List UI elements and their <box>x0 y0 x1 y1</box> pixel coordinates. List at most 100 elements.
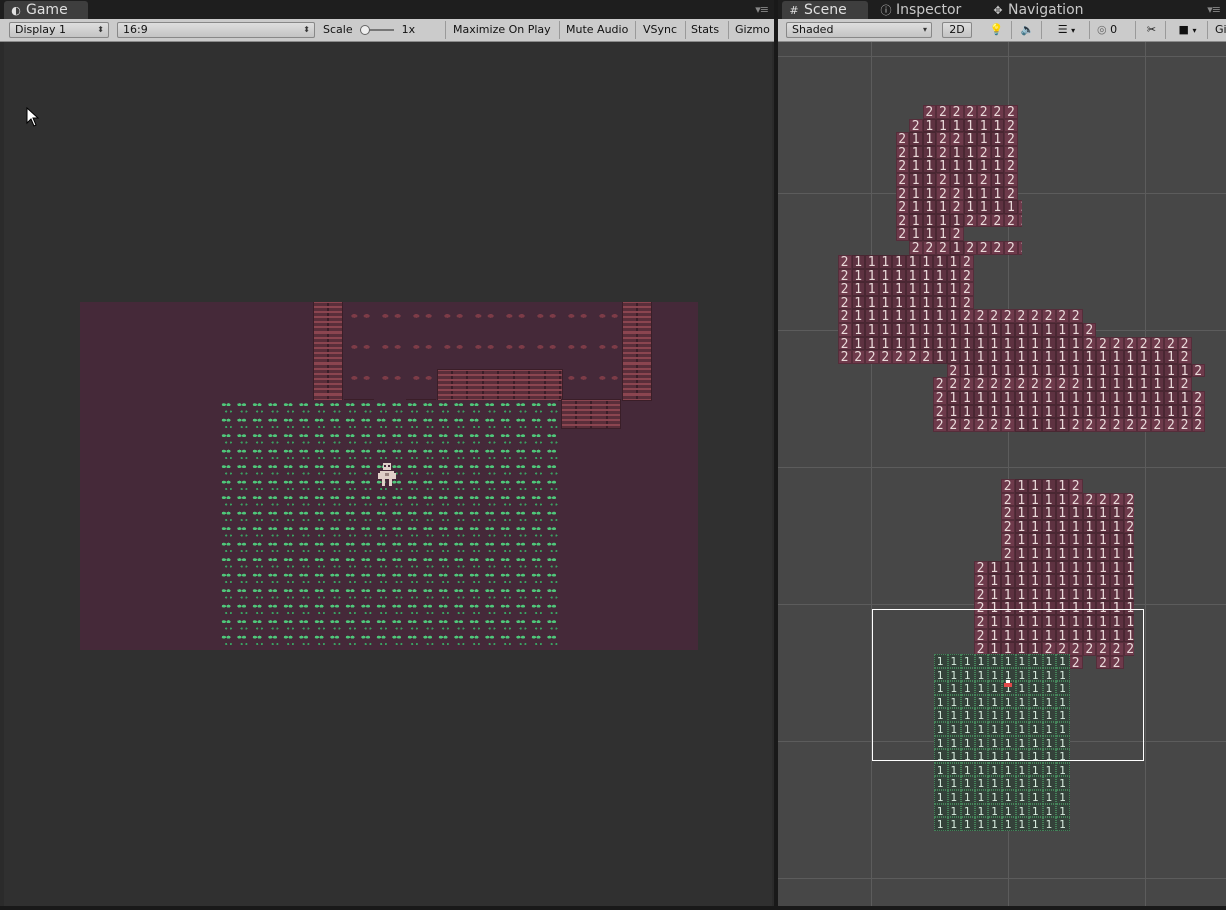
wall-tile: 2 <box>1164 418 1178 432</box>
floor-tile: 1 <box>1082 547 1097 561</box>
floor-tile: 1 <box>1014 506 1029 520</box>
floor-tile: 1 <box>851 295 866 310</box>
lighting-toggle-button[interactable]: 💡 <box>982 21 1012 39</box>
aspect-dropdown[interactable]: 16:9 ⬍ <box>117 22 315 38</box>
floor-tile: 1 <box>1028 418 1042 432</box>
brick-wall-right <box>622 302 652 401</box>
floor-tile: 1 <box>946 295 961 310</box>
floor-tile: 1 <box>1110 519 1124 534</box>
wall-tile: 2 <box>895 200 910 214</box>
effects-dropdown[interactable]: ☰ ▾ <box>1044 21 1090 39</box>
wall-tile: 2 <box>987 309 1002 323</box>
floor-tile: 1 <box>1082 363 1097 378</box>
floor-tile: 1 <box>1123 391 1138 405</box>
floor-tile: 1 <box>1110 377 1124 391</box>
tools-button[interactable]: ✂ <box>1138 21 1166 39</box>
floor-tile: 1 <box>1001 323 1015 337</box>
floor-tile: 1 <box>1014 363 1029 378</box>
wall-tile: 2 <box>987 377 1002 391</box>
wall-tile: 2 <box>1004 213 1018 228</box>
floor-tile: 1 <box>1096 587 1110 602</box>
floor-tile: 1 <box>1028 336 1042 350</box>
floor-tile: 1 <box>1014 323 1029 337</box>
floor-tile: 1 <box>1055 350 1070 364</box>
floor-tile: 1 <box>1096 574 1110 588</box>
wall-tile: 2 <box>936 241 950 255</box>
floor-tile: 1 <box>851 268 866 282</box>
floor-tile: 1 <box>1069 323 1083 337</box>
tab-game[interactable]: ◐ Game <box>4 1 88 19</box>
wall-tile: 2 <box>895 227 910 241</box>
floor-tile: 1 <box>909 200 923 214</box>
scale-slider[interactable] <box>360 25 395 35</box>
2d-toggle-button[interactable]: 2D <box>942 22 972 38</box>
floor-tile: 1 <box>878 295 893 310</box>
maximize-on-play-button[interactable]: Maximize On Play <box>448 21 560 39</box>
game-viewport[interactable] <box>4 42 772 906</box>
grass-tile: 1 <box>947 776 962 790</box>
panel-menu-icon[interactable]: ▾≡ <box>755 3 769 16</box>
floor-tile: 1 <box>878 268 893 282</box>
floor-tile: 1 <box>933 255 947 269</box>
floor-tile: 1 <box>1028 350 1042 364</box>
grass-tile: 1 <box>1015 776 1030 790</box>
floor-tile: 1 <box>1096 391 1110 405</box>
floor-tile: 1 <box>919 295 934 310</box>
floor-tile: 1 <box>1001 336 1015 350</box>
panel-menu-icon[interactable]: ▾≡ <box>1207 3 1221 16</box>
wall-tile: 2 <box>977 105 991 119</box>
display-dropdown[interactable]: Display 1 ⬍ <box>9 22 109 38</box>
wall-tile: 2 <box>1014 377 1029 391</box>
shading-mode-dropdown[interactable]: Shaded ▾ <box>786 22 932 38</box>
scale-slider-handle[interactable] <box>360 25 371 35</box>
floor-tile: 1 <box>946 404 961 418</box>
floor-tile: 1 <box>946 336 961 350</box>
floor-tile: 1 <box>933 282 947 296</box>
stats-button[interactable]: Stats <box>686 21 729 39</box>
wall-tile: 2 <box>906 350 920 364</box>
wall-tile: 2 <box>1123 519 1134 534</box>
floor-tile: 1 <box>963 159 978 173</box>
floor-tile: 1 <box>950 173 964 187</box>
hidden-objects-toggle[interactable]: ◎ 0 <box>1092 21 1136 39</box>
floor-tile: 1 <box>1014 418 1029 432</box>
tab-inspector[interactable]: ⓘ Inspector <box>874 1 974 19</box>
floor-tile: 1 <box>919 309 934 323</box>
scene-gizmos-button[interactable]: Gi <box>1210 21 1226 39</box>
wall-tile: 2 <box>950 200 964 214</box>
floor-tile: 1 <box>865 268 879 282</box>
grass-tile: 1 <box>1042 776 1057 790</box>
floor-tile: 1 <box>987 336 1002 350</box>
wall-tile: 2 <box>1110 418 1124 432</box>
floor-tile: 1 <box>1014 574 1029 588</box>
vsync-button[interactable]: VSync <box>638 21 686 39</box>
speaker-icon: 🔈 <box>1020 23 1035 36</box>
floor-tile: 1 <box>1042 336 1056 350</box>
scene-viewport[interactable]: 2222222211111122112211122112112122111111… <box>778 42 1226 906</box>
wall-tile: 2 <box>892 350 906 364</box>
floor-tile: 1 <box>1137 391 1151 405</box>
floor-tile: 1 <box>963 200 978 214</box>
floor-tile: 1 <box>946 350 961 364</box>
wall-tile: 2 <box>838 282 852 296</box>
tab-navigation-label: Navigation <box>1008 2 1084 18</box>
floor-tile: 1 <box>1164 350 1178 364</box>
floor-tile: 1 <box>977 118 991 132</box>
gizmos-button[interactable]: Gizmo <box>730 21 774 39</box>
floor-tile: 1 <box>1055 323 1070 337</box>
floor-tile: 1 <box>909 132 923 146</box>
wall-tile: 2 <box>1001 519 1015 534</box>
floor-tile: 1 <box>1014 533 1029 547</box>
floor-tile: 1 <box>906 336 920 350</box>
tab-scene[interactable]: # Scene <box>782 1 868 19</box>
floor-tile: 1 <box>865 309 879 323</box>
floor-tile: 1 <box>1042 519 1056 534</box>
wall-tile: 2 <box>977 173 991 187</box>
camera-dropdown[interactable]: ■ ▾ <box>1168 21 1208 39</box>
tab-navigation[interactable]: ✥ Navigation <box>986 1 1116 19</box>
floor-tile: 1 <box>946 309 961 323</box>
floor-tile: 1 <box>1123 547 1134 561</box>
audio-toggle-button[interactable]: 🔈 <box>1014 21 1042 39</box>
mute-audio-button[interactable]: Mute Audio <box>561 21 636 39</box>
dropdown-arrow-icon: ▾ <box>922 25 927 34</box>
